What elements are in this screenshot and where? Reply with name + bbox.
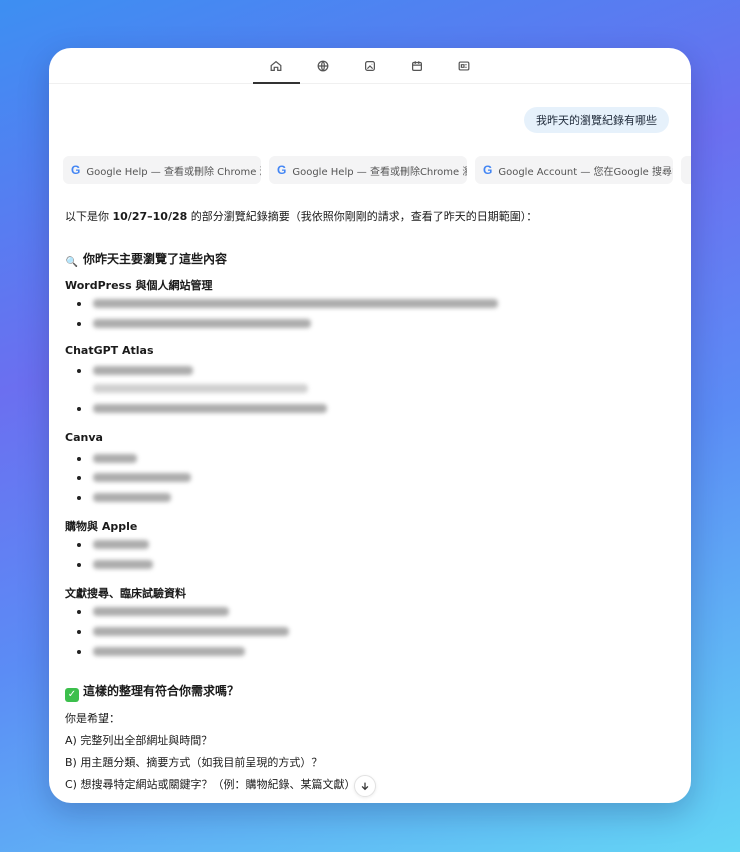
list-item <box>77 319 311 328</box>
user-message-text: 我昨天的瀏覽紀錄有哪些 <box>536 114 657 127</box>
section-heading-followup: ✓ 這樣的整理有符合你需求嗎？ <box>65 682 239 702</box>
intro-text: 以下是你 10/27–10/28 的部分瀏覽紀錄摘要（我依照你剛剛的請求，查看了… <box>65 210 538 223</box>
list-item <box>77 366 193 375</box>
list-item <box>77 627 289 636</box>
source-chip[interactable]: G Google Help — 查看或刪除 Chrome 瀏 <box>63 156 261 184</box>
group-heading-shopping: 購物與 Apple <box>65 520 138 533</box>
globe-icon <box>317 60 329 71</box>
google-icon: G <box>483 163 493 177</box>
group-heading-canva: Canva <box>65 431 103 444</box>
source-chip-overflow[interactable] <box>681 156 691 184</box>
group-heading-research: 文獻搜尋、臨床試驗資料 <box>65 587 186 600</box>
tab-web[interactable] <box>300 48 347 84</box>
tab-bar <box>49 48 691 84</box>
list-item <box>77 540 149 549</box>
tab-home[interactable] <box>252 48 300 84</box>
option-a: A) 完整列出全部網址與時間？ <box>65 734 213 747</box>
check-icon: ✓ <box>65 688 79 702</box>
google-icon: G <box>277 163 287 177</box>
followup-lead: 你是希望： <box>65 712 120 725</box>
option-b: B) 用主題分類、摘要方式（如我目前呈現的方式）？ <box>65 756 323 769</box>
intro-dates: 10/27–10/28 <box>112 210 188 223</box>
google-icon: G <box>71 163 81 177</box>
scroll-to-bottom-button[interactable] <box>354 775 376 797</box>
section-heading-summary: 🔍 你昨天主要瀏覽了這些內容 <box>65 252 228 268</box>
tab-images[interactable] <box>347 48 394 84</box>
home-icon <box>270 60 282 71</box>
option-c: C) 想搜尋特定網站或關鍵字？（例：購物紀錄、某篇文獻） <box>65 778 356 791</box>
source-chip-label: Google Help — 查看或刪除Chrome 瀏 <box>292 166 467 178</box>
source-chip[interactable]: G Google Help — 查看或刪除Chrome 瀏 <box>269 156 467 184</box>
list-item <box>77 493 171 502</box>
list-item <box>77 454 137 463</box>
list-item <box>77 404 327 413</box>
image-icon <box>365 60 375 71</box>
source-chip[interactable]: G Google Account — 您在Google 搜尋中 <box>475 156 673 184</box>
news-icon <box>458 60 470 71</box>
source-chip-label: Google Account — 您在Google 搜尋中 <box>498 166 673 178</box>
group-heading-wordpress: WordPress 與個人網站管理 <box>65 279 213 292</box>
group-heading-atlas: ChatGPT Atlas <box>65 344 154 357</box>
arrow-down-icon <box>361 782 369 791</box>
tab-news[interactable] <box>441 48 488 84</box>
user-message-bubble: 我昨天的瀏覽紀錄有哪些 <box>524 107 669 133</box>
source-chip-label: Google Help — 查看或刪除 Chrome 瀏 <box>86 166 261 178</box>
chat-window: 我昨天的瀏覽紀錄有哪些 G Google Help — 查看或刪除 Chrome… <box>49 48 691 803</box>
calendar-icon <box>412 60 422 71</box>
source-chips: G Google Help — 查看或刪除 Chrome 瀏 G Google … <box>63 156 691 184</box>
list-item <box>77 299 498 308</box>
list-item <box>77 560 153 569</box>
tab-calendar[interactable] <box>394 48 441 84</box>
magnifier-icon: 🔍 <box>65 257 79 268</box>
list-item <box>77 647 245 656</box>
list-item-continuation <box>93 384 308 393</box>
list-item <box>77 607 229 616</box>
list-item <box>77 473 191 482</box>
